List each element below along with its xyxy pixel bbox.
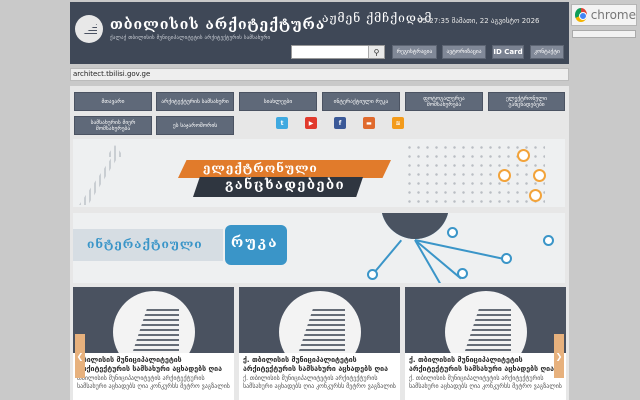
banner-title-top: ელექტრონული [203, 161, 318, 175]
card-body: თბილისის მუნიციპალიტეტის არქიტექტურის სა… [73, 353, 234, 400]
social-links: t ▶ f ▬ ≋ [276, 117, 421, 133]
news-card[interactable]: თბილისის მუნიციპალიტეტის არქიტექტურის სა… [73, 287, 234, 400]
node-icon [457, 268, 468, 279]
card-title[interactable]: ქ. თბილისის მუნიციპალიტეტის არქიტექტურის… [243, 356, 396, 374]
carousel-next-icon[interactable]: ❯ [554, 334, 564, 378]
search-icon[interactable]: ⚲ [368, 46, 384, 58]
card-text: ქ. თბილისის მუნიციპალიტეტის არქიტექტურის… [243, 375, 396, 390]
news-card[interactable]: ქ. თბილისის მუნიციპალიტეტის არქიტექტურის… [405, 287, 566, 400]
login-button[interactable]: ავტორიზაცია [442, 45, 486, 59]
logo-icon[interactable] [75, 15, 103, 43]
address-bar[interactable]: architect.tbilisi.gov.ge [70, 68, 569, 81]
banner-title-bottom: განცხადებები [225, 178, 346, 193]
connector-line [372, 239, 403, 275]
header-datetime: 05:27:35 მამათი, 22 აგვისტო 2026 [418, 17, 540, 25]
banner-interactive-map[interactable]: ინტერაქტიული რუკა [73, 213, 565, 283]
youtube-icon[interactable]: ▶ [305, 117, 317, 129]
node-icon [498, 169, 511, 182]
twitter-icon[interactable]: t [276, 117, 288, 129]
nav-public-info[interactable]: ეს საჯაროშორის [156, 116, 234, 135]
globe-graphic [381, 213, 449, 239]
card-title[interactable]: თბილისის მუნიციპალიტეტის არქიტექტურის სა… [77, 356, 230, 374]
site-header: თბილისის არქიტექტურა ქალაქ თბილისის მუნი… [70, 2, 569, 64]
node-icon [367, 269, 378, 280]
node-icon [447, 227, 458, 238]
logo-subtitle: ქალაქ თბილისის მუნიციპალიტეტის არქიტექტუ… [110, 35, 271, 41]
nav-services[interactable]: სამსახურის მიერ მომსახურება [74, 116, 152, 135]
contact-button[interactable]: კონტაქტი [530, 45, 564, 59]
arrow-graphic [79, 145, 124, 205]
node-icon [543, 235, 554, 246]
header-slogan: აჟმენ ქმჩქიდამ [322, 11, 433, 25]
node-icon [501, 253, 512, 264]
nav-interactive-map[interactable]: ინტერაქტიული რუკა [322, 92, 400, 111]
news-card[interactable]: ქ. თბილისის მუნიციპალიტეტის არქიტექტურის… [239, 287, 400, 400]
card-title[interactable]: ქ. თბილისის მუნიციპალიტეტის არქიტექტურის… [409, 356, 562, 374]
chrome-icon [575, 8, 587, 22]
banner-electronic-applications[interactable]: ელექტრონული განცხადებები [73, 139, 565, 207]
nav-electronic-applications[interactable]: ელექტრონული განცხადებები [488, 92, 565, 111]
nav-home[interactable]: მთავარი [74, 92, 152, 111]
node-icon [517, 149, 530, 162]
blog-icon[interactable]: ▬ [363, 117, 375, 129]
register-button[interactable]: რეგისტრაცია [392, 45, 437, 59]
card-body: ქ. თბილისის მუნიციპალიტეტის არქიტექტურის… [405, 353, 566, 400]
facebook-icon[interactable]: f [334, 117, 346, 129]
card-body: ქ. თბილისის მუნიციპალიტეტის არქიტექტურის… [239, 353, 400, 400]
carousel-prev-icon[interactable]: ❮ [75, 334, 85, 378]
banner-title-left: ინტერაქტიული [87, 237, 203, 251]
nav-architecture-service[interactable]: არქიტექტურის სამსახური [156, 92, 234, 111]
node-icon [533, 169, 546, 182]
card-text: თბილისის მუნიციპალიტეტის არქიტექტურის სა… [77, 375, 230, 390]
chrome-label: chrome [590, 8, 636, 22]
rss-icon[interactable]: ≋ [392, 117, 404, 129]
card-text: ქ. თბილისის მუნიციპალიტეტის არქიტექტურის… [409, 375, 562, 390]
logo-title[interactable]: თბილისის არქიტექტურა [110, 17, 325, 33]
chrome-badge[interactable]: chrome [571, 4, 637, 26]
banner-title-right: რუკა [231, 235, 279, 251]
node-icon [529, 189, 542, 202]
nav-news[interactable]: სიახლეები [239, 92, 317, 111]
nav-photo-gallery[interactable]: ფოტოგალერეა მომსახურება [405, 92, 483, 111]
id-card-button[interactable]: ID Card [492, 45, 524, 59]
broken-image-icon [572, 30, 636, 38]
